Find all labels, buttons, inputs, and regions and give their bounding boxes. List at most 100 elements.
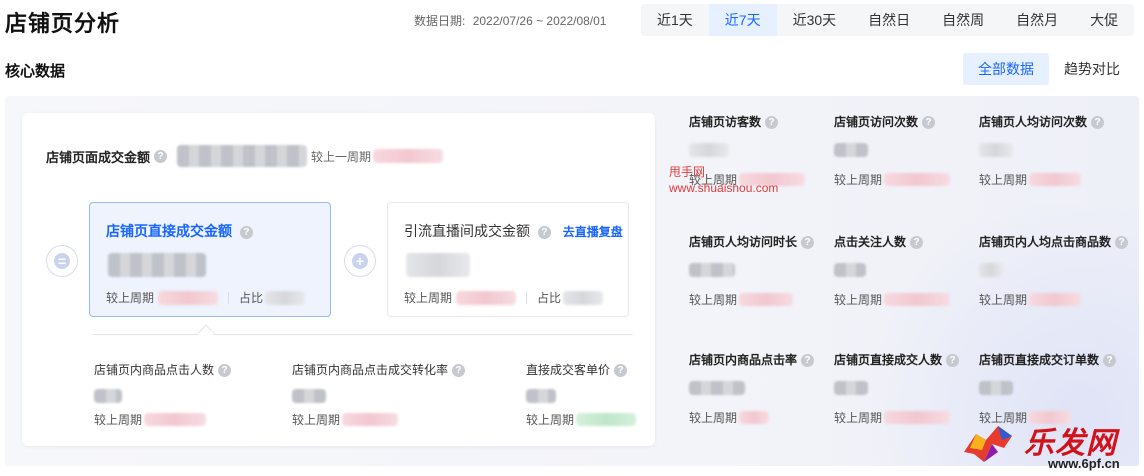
metric-compare-label: 较上周期 xyxy=(689,410,738,425)
metric-name: 店铺页内人均点击商品数 xyxy=(979,235,1112,249)
tab-natural-month[interactable]: 自然月 xyxy=(1000,4,1074,36)
metric-compare-label: 较上周期 xyxy=(834,410,883,425)
section-title: 核心数据 xyxy=(5,63,66,80)
tab-natural-week[interactable]: 自然周 xyxy=(926,4,1000,36)
metric-product-clicks: 店铺页内商品点击人数? 较上周期 xyxy=(94,361,232,428)
metric-compare-label: 较上周期 xyxy=(94,412,143,427)
metric-name: 店铺页内商品点击成交转化率 xyxy=(292,363,449,377)
tab-1-day[interactable]: 近1天 xyxy=(641,4,709,36)
direct-gmv-compare-blurred xyxy=(158,290,219,305)
help-icon[interactable]: ? xyxy=(1103,354,1117,368)
site-logo: 乐发网 www.6pf.cn xyxy=(954,416,1144,476)
metric-value-blurred xyxy=(834,142,868,157)
metric-value-blurred xyxy=(979,142,1013,157)
help-icon[interactable]: ? xyxy=(239,225,253,239)
metric-compare-label: 较上周期 xyxy=(979,172,1028,187)
metric-compare-blurred xyxy=(739,410,770,424)
metric-value-blurred xyxy=(834,380,868,395)
plus-icon: + xyxy=(344,245,376,277)
total-gmv-compare-label: 较上一周期 xyxy=(311,149,372,164)
gmv-breakdown-card: 店铺页面成交金额 ? 较上一周期 = 店铺页直接成交金额 ? 较上周期 占比 +… xyxy=(22,113,655,446)
live-gmv-value-blurred xyxy=(406,253,470,277)
direct-gmv-ratio-blurred xyxy=(265,290,306,305)
live-gmv-compare-label: 较上周期 xyxy=(404,291,453,305)
total-gmv-label: 店铺页面成交金额 xyxy=(46,149,151,165)
metric-name: 店铺页人均访问时长 xyxy=(689,235,798,249)
metric-avg-order-value: 直接成交客单价? 较上周期 xyxy=(526,361,637,428)
help-icon[interactable]: ? xyxy=(801,236,815,250)
metric-compare-label: 较上周期 xyxy=(834,292,883,307)
metric-name: 店铺页内商品点击人数 xyxy=(94,363,215,377)
tab-all-data[interactable]: 全部数据 xyxy=(963,53,1049,85)
metric-name: 店铺页访客数 xyxy=(689,115,762,129)
divider xyxy=(92,334,633,335)
live-gmv-card[interactable]: 引流直播间成交金额 ? 去直播复盘 较上周期 占比 xyxy=(387,202,629,317)
active-card-pointer xyxy=(197,324,215,342)
help-icon[interactable]: ? xyxy=(218,364,232,378)
help-icon[interactable]: ? xyxy=(801,354,815,368)
metric-value-blurred xyxy=(689,380,745,395)
live-gmv-ratio-label: 占比 xyxy=(537,291,562,305)
metric-avg-visits: 店铺页人均访问次数? 较上周期 xyxy=(979,113,1119,188)
metric-compare-blurred xyxy=(576,412,637,426)
metric-click-conversion: 店铺页内商品点击成交转化率? 较上周期 xyxy=(292,361,466,428)
metric-compare-blurred xyxy=(884,410,951,424)
tab-promotion[interactable]: 大促 xyxy=(1074,4,1134,36)
metric-value-blurred xyxy=(292,388,326,403)
help-icon[interactable]: ? xyxy=(452,364,466,378)
date-range-value: 2022/07/26 ~ 2022/08/01 xyxy=(472,14,607,28)
tab-natural-day[interactable]: 自然日 xyxy=(852,4,926,36)
logo-en: www.6pf.cn xyxy=(1048,456,1120,471)
help-icon[interactable]: ? xyxy=(946,354,960,368)
metric-name: 店铺页人均访问次数 xyxy=(979,115,1088,129)
metric-product-ctr: 店铺页内商品点击率? 较上周期 xyxy=(689,351,829,426)
help-icon[interactable]: ? xyxy=(537,225,551,239)
direct-gmv-title: 店铺页直接成交金额 xyxy=(106,223,232,239)
period-tabs: 近1天 近7天 近30天 自然日 自然周 自然月 大促 xyxy=(641,4,1135,36)
metric-direct-buyers: 店铺页直接成交人数? 较上周期 xyxy=(834,351,974,426)
metric-compare-blurred xyxy=(884,292,951,306)
direct-gmv-card[interactable]: 店铺页直接成交金额 ? 较上周期 占比 xyxy=(89,202,331,317)
metric-visits: 店铺页访问次数? 较上周期 xyxy=(834,113,974,188)
help-icon[interactable]: ? xyxy=(922,116,936,130)
watermark-line2: www.shuaishou.com xyxy=(669,181,779,195)
metric-compare-blurred xyxy=(342,412,399,426)
view-tabs: 全部数据 趋势对比 xyxy=(963,53,1135,85)
metric-avg-duration: 店铺页人均访问时长? 较上周期 xyxy=(689,233,829,308)
metric-compare-blurred xyxy=(144,412,207,426)
help-icon[interactable]: ? xyxy=(910,236,924,250)
date-range-label: 数据日期: xyxy=(414,14,466,28)
total-gmv-compare-blurred xyxy=(373,149,444,163)
metric-value-blurred xyxy=(689,142,729,157)
live-gmv-compare-blurred xyxy=(456,290,517,305)
metric-compare-label: 较上周期 xyxy=(526,412,575,427)
tab-30-days[interactable]: 近30天 xyxy=(777,4,853,36)
metric-name: 直接成交客单价 xyxy=(526,363,611,377)
metric-compare-blurred xyxy=(1029,292,1082,306)
metric-value-blurred xyxy=(526,388,556,403)
logo-mark-icon xyxy=(964,426,1012,462)
direct-gmv-value-blurred xyxy=(108,253,206,277)
metric-name: 店铺页内商品点击率 xyxy=(689,353,798,367)
metric-avg-product-clicks: 店铺页内人均点击商品数? 较上周期 xyxy=(979,233,1129,308)
metric-compare-blurred xyxy=(884,172,951,186)
direct-gmv-compare-label: 较上周期 xyxy=(106,291,155,305)
help-icon[interactable]: ? xyxy=(765,116,779,130)
help-icon[interactable]: ? xyxy=(1091,116,1105,130)
help-icon[interactable]: ? xyxy=(614,364,628,378)
metric-name: 店铺页直接成交订单数 xyxy=(979,353,1100,367)
total-gmv-value-blurred xyxy=(177,145,308,167)
metric-compare-blurred xyxy=(739,292,794,306)
page-title: 店铺页分析 xyxy=(5,11,121,36)
metric-compare-label: 较上周期 xyxy=(292,412,341,427)
metric-follows: 点击关注人数? 较上周期 xyxy=(834,233,974,308)
metric-name: 店铺页访问次数 xyxy=(834,115,919,129)
help-icon[interactable]: ? xyxy=(154,149,168,163)
metric-compare-blurred xyxy=(1029,172,1082,186)
metric-name: 点击关注人数 xyxy=(834,235,907,249)
equals-icon: = xyxy=(46,245,78,277)
watermark-text: 甩手网 www.shuaishou.com xyxy=(669,164,778,196)
tab-7-days[interactable]: 近7天 xyxy=(708,4,777,36)
tab-trend-compare[interactable]: 趋势对比 xyxy=(1049,53,1135,85)
live-review-link[interactable]: 去直播复盘 xyxy=(563,225,623,239)
